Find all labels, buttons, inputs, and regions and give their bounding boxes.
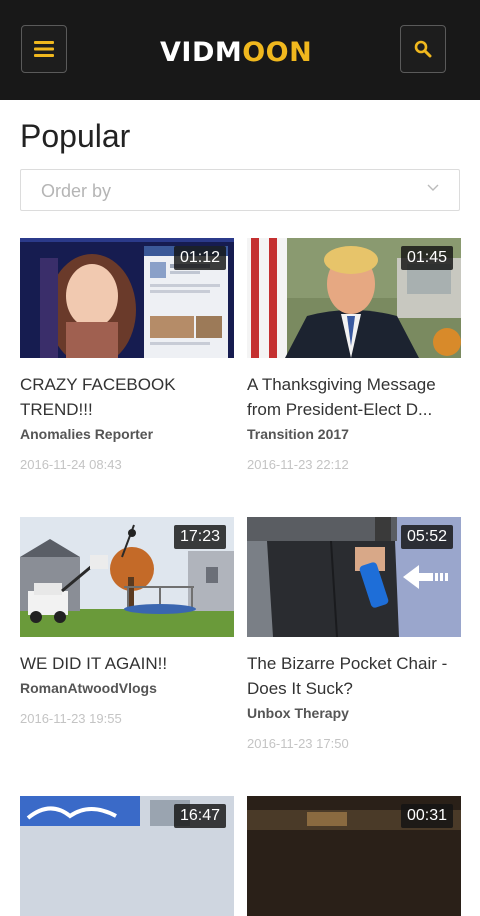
logo-text-1: VIDM [160, 36, 243, 68]
video-channel[interactable]: Unbox Therapy [247, 705, 461, 721]
video-duration: 01:12 [173, 246, 226, 270]
video-date: 2016-11-23 19:55 [20, 711, 122, 726]
video-title[interactable]: CRAZY FACEBOOK TREND!!! [20, 372, 234, 422]
video-title[interactable]: A Thanksgiving Message from President-El… [247, 372, 461, 422]
logo-text-3: N [289, 36, 313, 68]
video-thumbnail[interactable]: 01:12 [20, 238, 234, 358]
video-duration: 00:31 [400, 804, 453, 828]
search-button[interactable] [400, 25, 446, 73]
video-card[interactable]: 16:47 [20, 796, 234, 916]
video-duration: 17:23 [173, 525, 226, 549]
video-duration: 01:45 [400, 246, 453, 270]
video-card[interactable]: 17:23 WE DID IT AGAIN!! RomanAtwoodVlogs… [20, 517, 234, 726]
video-title[interactable]: WE DID IT AGAIN!! [20, 651, 234, 676]
menu-button[interactable] [21, 25, 67, 73]
video-card[interactable]: 05:52 The Bizarre Pocket Chair - Does It… [247, 517, 461, 751]
video-duration: 16:47 [173, 804, 226, 828]
video-title[interactable]: The Bizarre Pocket Chair - Does It Suck? [247, 651, 461, 701]
video-channel[interactable]: Anomalies Reporter [20, 426, 234, 442]
app-logo[interactable]: VIDM OO N [160, 36, 312, 68]
video-date: 2016-11-24 08:43 [20, 457, 122, 472]
order-by-select[interactable]: Order by [20, 169, 460, 211]
video-channel[interactable]: Transition 2017 [247, 426, 461, 442]
video-date: 2016-11-23 17:50 [247, 736, 349, 751]
video-card[interactable]: 01:12 CRAZY FACEBOOK TREND!!! Anomalies … [20, 238, 234, 472]
video-card[interactable]: 01:45 A Thanksgiving Message from Presid… [247, 238, 461, 472]
video-date: 2016-11-23 22:12 [247, 457, 349, 472]
video-channel[interactable]: RomanAtwoodVlogs [20, 680, 234, 696]
page-title: Popular [20, 118, 131, 154]
video-thumbnail[interactable]: 00:31 [247, 796, 461, 916]
top-bar: VIDM OO N [0, 0, 480, 100]
chevron-down-icon [427, 184, 439, 191]
search-icon [414, 40, 432, 58]
logo-text-2: OO [242, 36, 290, 68]
video-thumbnail[interactable]: 16:47 [20, 796, 234, 916]
video-thumbnail[interactable]: 01:45 [247, 238, 461, 358]
video-thumbnail[interactable]: 05:52 [247, 517, 461, 637]
order-by-placeholder: Order by [41, 181, 112, 201]
hamburger-menu-icon [34, 41, 54, 57]
video-thumbnail[interactable]: 17:23 [20, 517, 234, 637]
video-duration: 05:52 [400, 525, 453, 549]
video-card[interactable]: 00:31 [247, 796, 461, 916]
